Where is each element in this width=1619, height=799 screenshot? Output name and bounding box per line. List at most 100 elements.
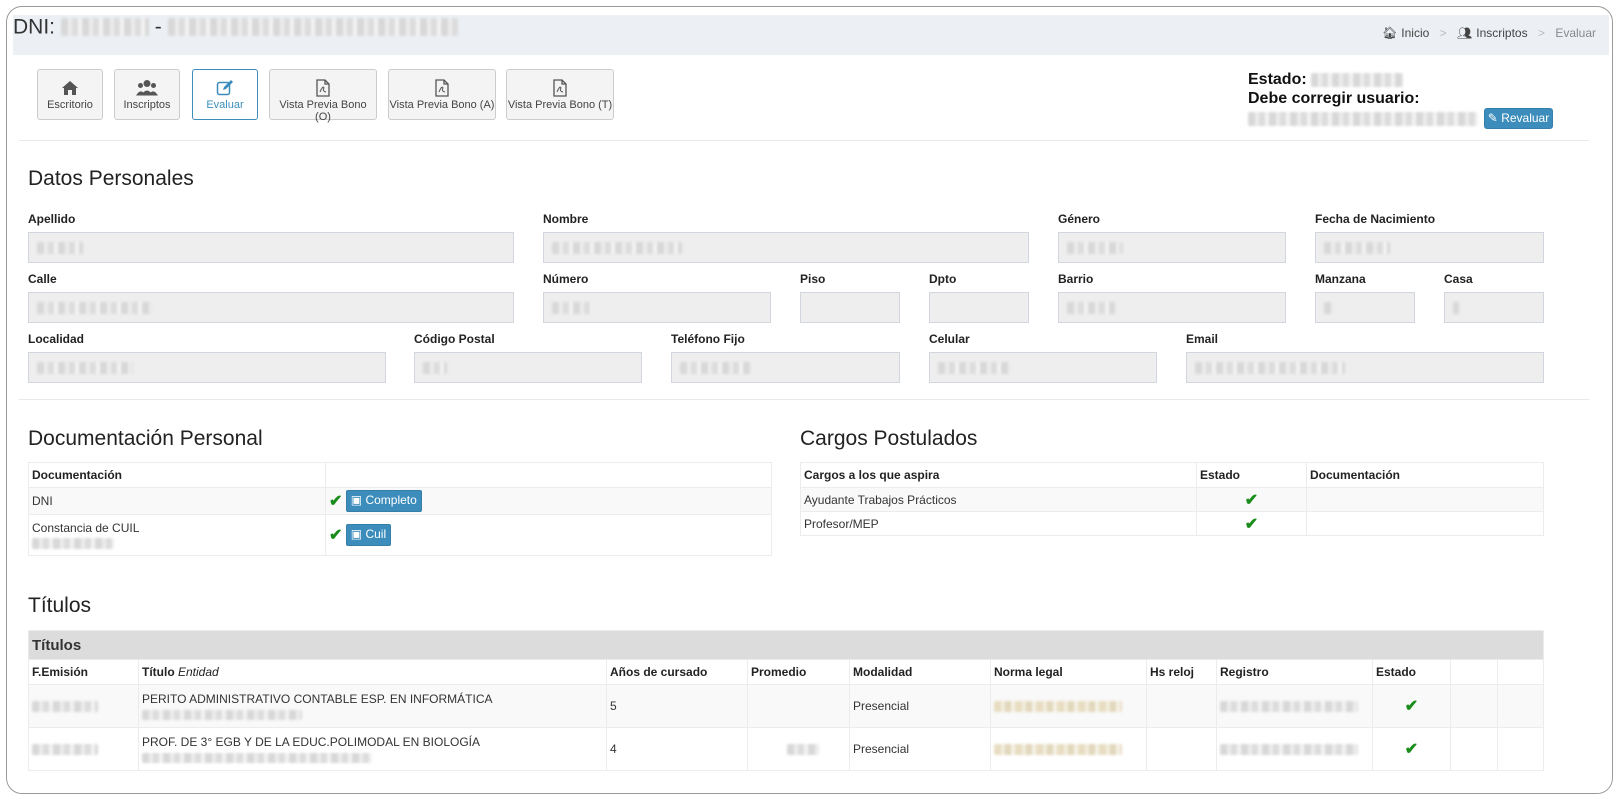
file-pdf-icon: ▣ (350, 527, 363, 541)
celular-field[interactable] (929, 352, 1157, 383)
breadcrumb: 🏠︎ Inicio > 👥︎ Inscriptos > Evaluar (1382, 25, 1596, 41)
home-icon (62, 81, 78, 95)
table-row: PROF. DE 3° EGB Y DE LA EDUC.POLIMODAL E… (28, 727, 1544, 771)
manzana-field[interactable] (1315, 292, 1415, 323)
codigo-postal-label: Código Postal (414, 332, 495, 346)
divider (19, 140, 1589, 141)
breadcrumb-inscriptos[interactable]: 👥︎ Inscriptos (1457, 25, 1528, 41)
datos-personales-title: Datos Personales (28, 167, 194, 190)
redacted-fecha (32, 701, 98, 713)
file-pdf-icon (435, 79, 449, 97)
table-row: DNI ✔ ▣ Completo (28, 487, 772, 515)
casa-label: Casa (1444, 272, 1473, 286)
documentacion-title: Documentación Personal (28, 427, 263, 450)
table-row: PERITO ADMINISTRATIVO CONTABLE ESP. EN I… (28, 684, 1544, 728)
nombre-label: Nombre (543, 212, 589, 226)
page-title: DNI: - (13, 15, 458, 39)
titulos-table-title: Títulos (28, 630, 1544, 660)
file-pdf-icon (316, 79, 330, 97)
file-pdf-icon (553, 79, 567, 97)
vista-previa-a-button[interactable]: Vista Previa Bono (A) (388, 69, 496, 120)
documentacion-header: Documentación (28, 462, 326, 488)
cargos-table: Cargos a los que aspira Estado Documenta… (800, 462, 1544, 536)
completo-button[interactable]: ▣ Completo (345, 490, 422, 512)
apellido-label: Apellido (28, 212, 76, 226)
genero-field[interactable] (1058, 232, 1286, 263)
check-icon: ✔ (1404, 698, 1419, 715)
edit-icon: ✎ (1487, 111, 1498, 125)
inscriptos-button[interactable]: Inscriptos (114, 69, 180, 120)
localidad-field[interactable] (28, 352, 386, 383)
calle-label: Calle (28, 272, 57, 286)
escritorio-button[interactable]: Escritorio (37, 69, 103, 120)
dpto-label: Dpto (929, 272, 957, 286)
email-label: Email (1186, 332, 1219, 346)
redacted-norma (994, 701, 1122, 713)
redacted-name (167, 18, 458, 37)
redacted-estado (1311, 72, 1404, 87)
dni-label: DNI: (13, 15, 55, 39)
localidad-label: Localidad (28, 332, 85, 346)
breadcrumb-inicio[interactable]: 🏠︎ Inicio (1382, 25, 1429, 41)
breadcrumb-evaluar: Evaluar (1555, 25, 1596, 40)
dpto-field[interactable] (929, 292, 1029, 323)
titulos-table: Títulos F.Emisión Título Entidad Años de… (28, 630, 1544, 771)
barrio-label: Barrio (1058, 272, 1094, 286)
users-icon (136, 80, 158, 96)
telefono-fijo-label: Teléfono Fijo (671, 332, 745, 346)
apellido-field[interactable] (28, 232, 514, 263)
calle-field[interactable] (28, 292, 514, 323)
redacted-promedio (787, 744, 819, 756)
fecha-nacimiento-field[interactable] (1315, 232, 1544, 263)
vista-previa-o-button[interactable]: Vista Previa Bono (O) (269, 69, 377, 123)
numero-label: Número (543, 272, 589, 286)
redacted-dni (60, 18, 149, 37)
casa-field[interactable] (1444, 292, 1544, 323)
redacted-norma (994, 744, 1122, 756)
redacted-entidad (142, 710, 302, 721)
redacted-entidad (142, 753, 372, 764)
app-window: DNI: - 🏠︎ Inicio > 👥︎ Inscriptos > Evaluar… (6, 6, 1613, 794)
redacted-usuario (1248, 111, 1478, 126)
dni-separator: - (154, 15, 162, 39)
vista-previa-t-button[interactable]: Vista Previa Bono (T) (506, 69, 614, 120)
revaluar-button[interactable]: ✎ Revaluar (1484, 108, 1553, 129)
celular-label: Celular (929, 332, 970, 346)
titulos-section-title: Títulos (28, 594, 92, 617)
check-icon: ✔ (1404, 741, 1419, 758)
telefono-fijo-field[interactable] (671, 352, 900, 383)
redacted-registro (1220, 701, 1358, 713)
documentacion-table: Documentación DNI ✔ ▣ Completo Constanci… (28, 462, 772, 556)
cuil-button[interactable]: ▣ Cuil (345, 524, 392, 546)
redacted-fecha (32, 744, 98, 756)
redacted-registro (1220, 744, 1358, 756)
main-content: Escritorio Inscriptos Evaluar Vista Prev… (19, 56, 1609, 793)
estado-label: Estado: (1248, 71, 1307, 88)
codigo-postal-field[interactable] (414, 352, 642, 383)
piso-field[interactable] (800, 292, 900, 323)
evaluar-button[interactable]: Evaluar (192, 69, 258, 120)
corregir-label: Debe corregir usuario: (1248, 90, 1420, 107)
check-icon: ✔ (1244, 491, 1259, 509)
table-row: Profesor/MEP ✔ (800, 511, 1544, 536)
fecha-nacimiento-label: Fecha de Nacimiento (1315, 212, 1436, 226)
check-icon: ✔ (329, 493, 343, 510)
redacted-cuil (32, 538, 114, 550)
cargos-title: Cargos Postulados (800, 427, 978, 450)
check-icon: ✔ (329, 527, 343, 544)
barrio-field[interactable] (1058, 292, 1286, 323)
check-icon: ✔ (1244, 515, 1259, 533)
divider (19, 399, 1589, 400)
status-panel: Estado: Debe corregir usuario: (1248, 70, 1478, 127)
edit-icon (216, 80, 233, 96)
users-icon: 👥︎ (1457, 26, 1473, 41)
numero-field[interactable] (543, 292, 771, 323)
manzana-label: Manzana (1315, 272, 1366, 286)
piso-label: Piso (800, 272, 826, 286)
email-field[interactable] (1186, 352, 1544, 383)
nombre-field[interactable] (543, 232, 1029, 263)
file-pdf-icon: ▣ (350, 493, 363, 507)
genero-label: Género (1058, 212, 1101, 226)
home-icon: 🏠︎ (1382, 26, 1398, 41)
table-row: Constancia de CUIL ✔ ▣ Cuil (28, 514, 772, 556)
